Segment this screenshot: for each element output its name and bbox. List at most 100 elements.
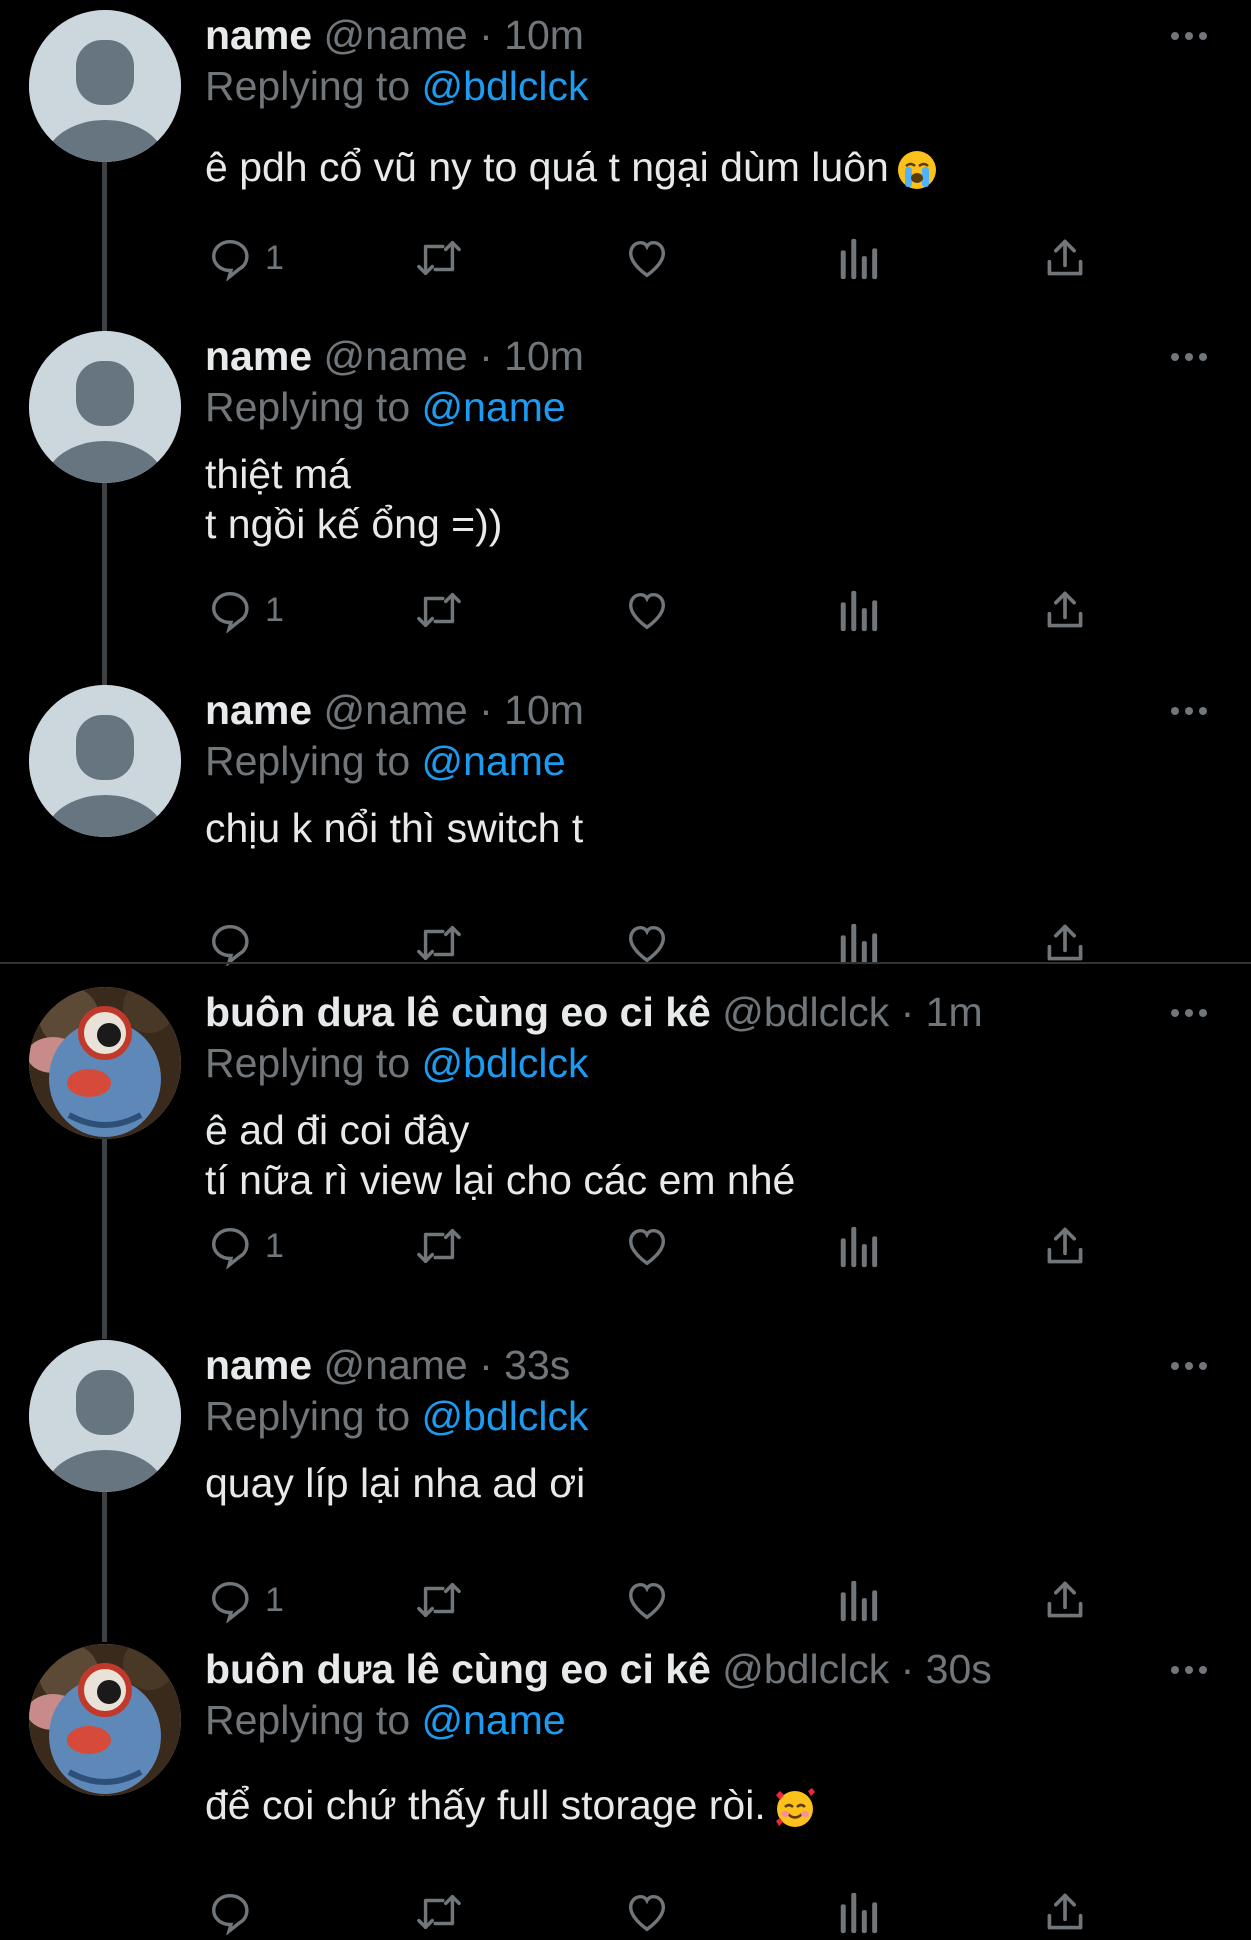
thread-line [102,162,107,332]
reply-button[interactable]: 1 [207,230,284,286]
replying-prefix: Replying to [205,1697,422,1743]
retweet-button[interactable] [413,1572,465,1628]
handle[interactable]: @name [324,12,468,58]
reply-icon [211,1581,249,1623]
timestamp[interactable]: 10m [504,12,584,58]
smiling-face-with-hearts-icon [775,1788,815,1828]
thread-divider [0,962,1251,964]
mention-link[interactable]: @bdlclck [422,1393,589,1439]
retweet-icon [417,240,461,276]
display-name[interactable]: name [205,687,312,733]
share-icon [1047,924,1083,961]
replying-prefix: Replying to [205,1040,422,1086]
analytics-button[interactable] [837,1572,879,1628]
separator: · [900,1646,915,1692]
mention-link[interactable]: @bdlclck [422,1040,589,1086]
handle[interactable]: @bdlclck [722,989,889,1035]
separator: · [479,333,493,379]
replying-to: Replying to @name [205,382,566,432]
avatar[interactable] [29,685,181,837]
avatar[interactable] [29,331,181,483]
default-avatar-icon [29,331,181,483]
more-options-icon[interactable] [1167,1660,1211,1680]
tweet-header: name @name · 33s [205,1340,570,1390]
analytics-icon [840,238,878,280]
mention-link[interactable]: @name [422,1697,566,1743]
handle[interactable]: @name [324,687,468,733]
like-button[interactable] [623,230,671,286]
replying-to: Replying to @name [205,736,566,786]
replying-to: Replying to @bdlclck [205,61,588,111]
more-options-icon[interactable] [1167,1003,1211,1023]
share-button[interactable] [1043,1218,1087,1274]
timestamp[interactable]: 10m [504,333,584,379]
avatar[interactable] [29,1644,181,1796]
avatar[interactable] [29,987,181,1139]
display-name[interactable]: buôn dưa lê cùng eo ci kê [205,1646,711,1692]
more-options-icon[interactable] [1167,701,1211,721]
reply-count: 1 [265,238,284,277]
reply-icon [211,239,249,281]
timestamp[interactable]: 10m [504,687,584,733]
tweet-text: ê ad đi coi đây tí nữa rì view lại cho c… [205,1107,796,1203]
reply-count: 1 [265,1580,284,1619]
more-options-icon[interactable] [1167,1356,1211,1376]
display-name[interactable]: name [205,12,312,58]
analytics-button[interactable] [837,1218,879,1274]
more-options-icon[interactable] [1167,347,1211,367]
default-avatar-icon [29,1340,181,1492]
share-button[interactable] [1043,1884,1087,1940]
avatar[interactable] [29,10,181,162]
display-name[interactable]: buôn dưa lê cùng eo ci kê [205,989,711,1035]
reply-button[interactable]: 1 [207,1572,284,1628]
display-name[interactable]: name [205,1342,312,1388]
analytics-icon [840,1892,878,1934]
timestamp[interactable]: 1m [926,989,983,1035]
separator: · [479,12,493,58]
cartoon-avatar-icon [29,987,181,1139]
reply-button[interactable]: 1 [207,582,284,638]
analytics-button[interactable] [837,230,879,286]
like-button[interactable] [623,582,671,638]
reply-icon [211,924,249,966]
thread-line [102,1139,107,1339]
tweet-text: quay líp lại nha ad ơi [205,1460,586,1506]
default-avatar-icon [29,10,181,162]
avatar[interactable] [29,1340,181,1492]
analytics-button[interactable] [837,1884,879,1940]
reply-button[interactable]: 1 [207,1218,284,1274]
like-button[interactable] [623,1218,671,1274]
tweet-header: buôn dưa lê cùng eo ci kê @bdlclck · 1m [205,987,983,1037]
retweet-button[interactable] [413,1884,465,1940]
mention-link[interactable]: @bdlclck [422,63,589,109]
mention-link[interactable]: @name [422,738,566,784]
more-options-icon[interactable] [1167,26,1211,46]
reply-count: 1 [265,590,284,629]
retweet-button[interactable] [413,230,465,286]
timestamp[interactable]: 30s [926,1646,992,1692]
share-button[interactable] [1043,1572,1087,1628]
display-name[interactable]: name [205,333,312,379]
like-button[interactable] [623,1572,671,1628]
timestamp[interactable]: 33s [504,1342,570,1388]
action-bar: 1 [205,230,1105,286]
cartoon-avatar-icon [29,1644,181,1796]
tweet-text-content: để coi chứ thấy full storage ròi. [205,1782,766,1828]
retweet-button[interactable] [413,1218,465,1274]
reply-icon [211,1227,249,1269]
replying-prefix: Replying to [205,63,422,109]
analytics-button[interactable] [837,582,879,638]
mention-link[interactable]: @name [422,384,566,430]
share-button[interactable] [1043,230,1087,286]
handle[interactable]: @bdlclck [722,1646,889,1692]
handle[interactable]: @name [324,1342,468,1388]
retweet-icon [417,1228,461,1264]
handle[interactable]: @name [324,333,468,379]
share-button[interactable] [1043,582,1087,638]
retweet-button[interactable] [413,582,465,638]
heart-icon [628,1582,666,1620]
separator: · [479,1342,493,1388]
like-button[interactable] [623,1884,671,1940]
replying-prefix: Replying to [205,384,422,430]
reply-button[interactable] [207,1884,265,1940]
